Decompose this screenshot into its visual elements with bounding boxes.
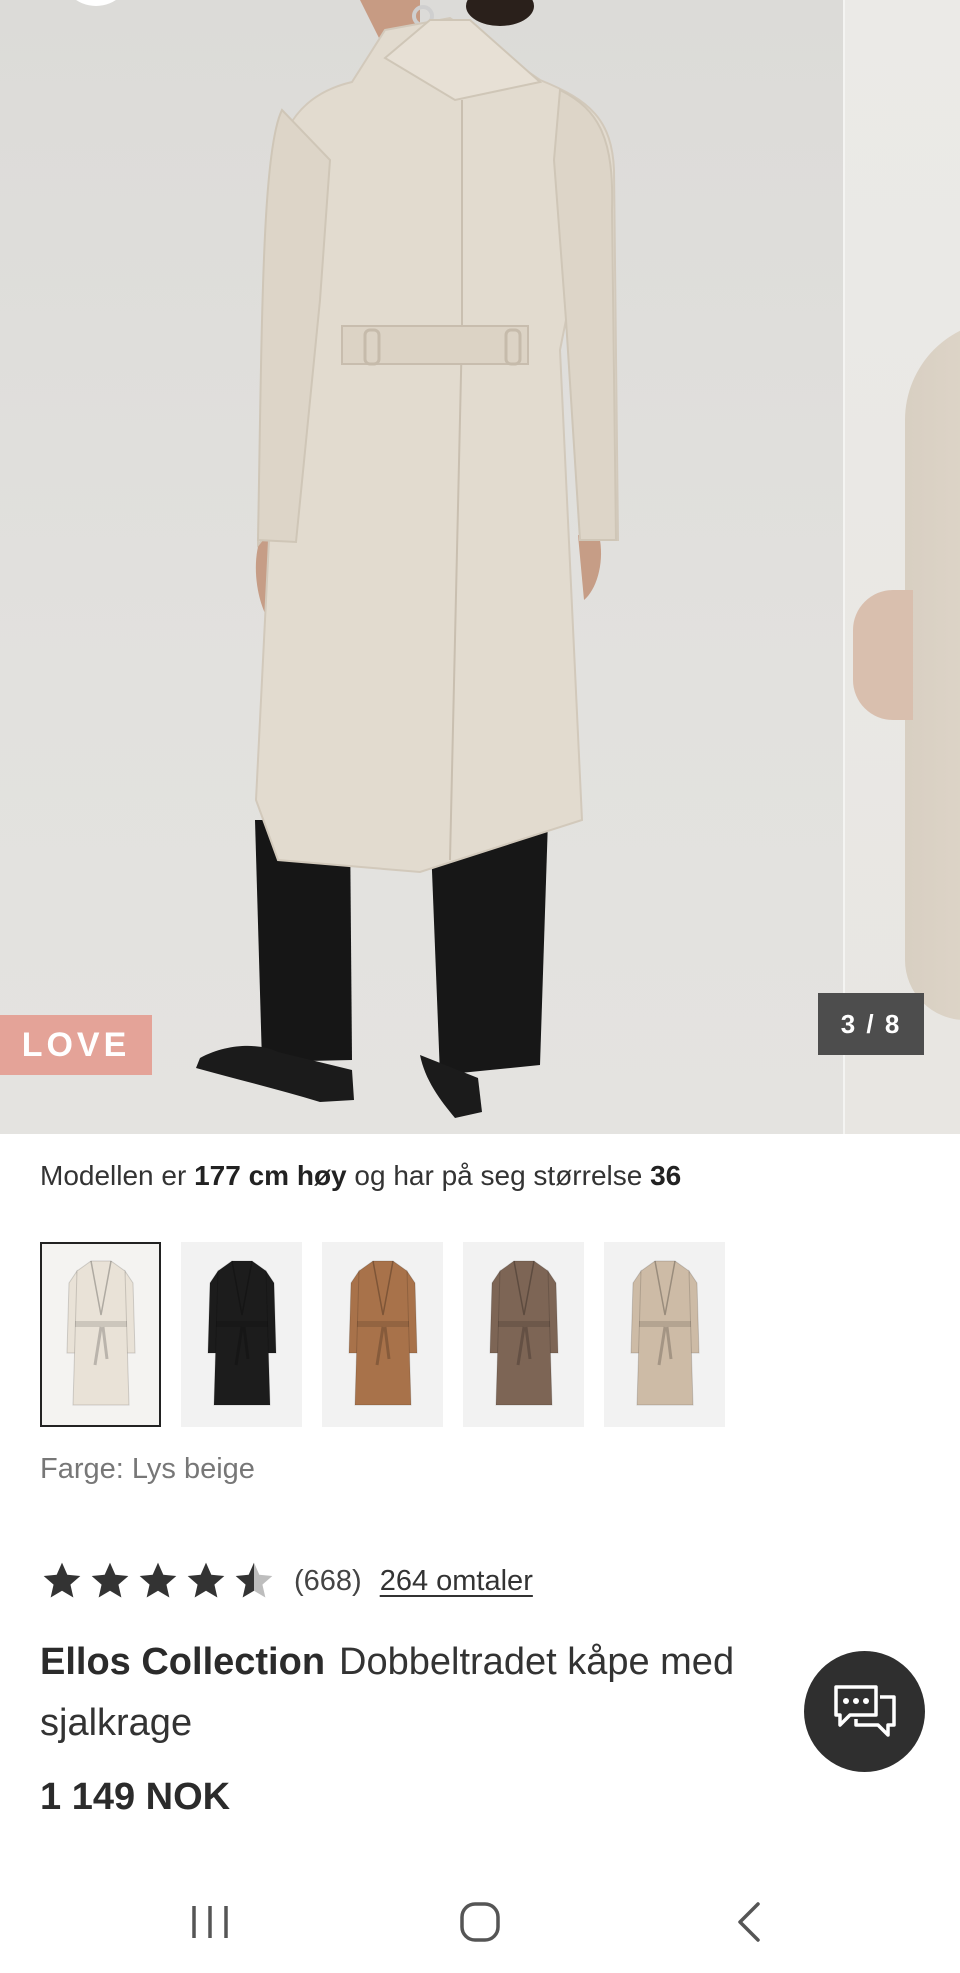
- coat-thumbnail-icon: [347, 1260, 418, 1405]
- star-full-icon: [187, 1562, 225, 1598]
- home-button[interactable]: [440, 1892, 520, 1952]
- color-swatch[interactable]: [322, 1242, 443, 1427]
- next-product-image-peek[interactable]: [843, 0, 960, 1134]
- rating-row[interactable]: (668) 264 omtaler: [40, 1556, 533, 1606]
- color-swatch[interactable]: [463, 1242, 584, 1427]
- model-height: 177 cm høy: [194, 1160, 347, 1191]
- product-title: Ellos Collection Dobbeltradet kåpe med sj…: [40, 1632, 810, 1754]
- reviews-link[interactable]: 264 omtaler: [380, 1565, 533, 1598]
- product-brand[interactable]: Ellos Collection: [40, 1641, 325, 1683]
- chat-button[interactable]: [804, 1651, 925, 1772]
- star-rating: [40, 1559, 276, 1603]
- coat-thumbnail-icon: [488, 1260, 559, 1405]
- model-size-info: Modellen er 177 cm høy og har på seg stø…: [40, 1160, 681, 1192]
- back-button[interactable]: [710, 1892, 790, 1952]
- rating-count: (668): [294, 1564, 362, 1597]
- model-wearing-coat-illustration: [196, 0, 620, 1118]
- product-image-carousel[interactable]: LOVE 3 / 8: [0, 0, 960, 1134]
- back-icon: [738, 1902, 760, 1942]
- coat-thumbnail-icon: [65, 1260, 136, 1405]
- model-info-middle: og har på seg størrelse: [346, 1160, 651, 1191]
- next-image-hand: [853, 590, 913, 720]
- model-info-prefix: Modellen er: [40, 1160, 195, 1191]
- home-icon: [460, 1902, 500, 1942]
- system-navigation-bar: [0, 1870, 960, 1973]
- chat-bubbles-icon: [833, 1684, 896, 1737]
- next-image-coat: [905, 320, 960, 1020]
- coat-thumbnail-icon: [206, 1260, 277, 1405]
- color-swatch[interactable]: [181, 1242, 302, 1427]
- coat-thumbnail-icon: [629, 1260, 700, 1405]
- color-swatch[interactable]: [40, 1242, 161, 1427]
- selected-color-label: Farge: Lys beige: [40, 1453, 255, 1485]
- star-full-icon: [91, 1562, 129, 1598]
- color-swatch-list: [40, 1242, 725, 1427]
- model-size: 36: [650, 1160, 682, 1191]
- star-full-icon: [43, 1562, 81, 1598]
- star-half-icon: [235, 1562, 273, 1598]
- product-price: 1 149 NOK: [40, 1776, 231, 1818]
- color-swatch[interactable]: [604, 1242, 725, 1427]
- star-full-icon: [139, 1562, 177, 1598]
- recent-apps-icon: [192, 1906, 228, 1938]
- recent-apps-button[interactable]: [170, 1892, 250, 1952]
- love-badge: LOVE: [0, 1015, 152, 1075]
- image-counter: 3 / 8: [818, 993, 924, 1055]
